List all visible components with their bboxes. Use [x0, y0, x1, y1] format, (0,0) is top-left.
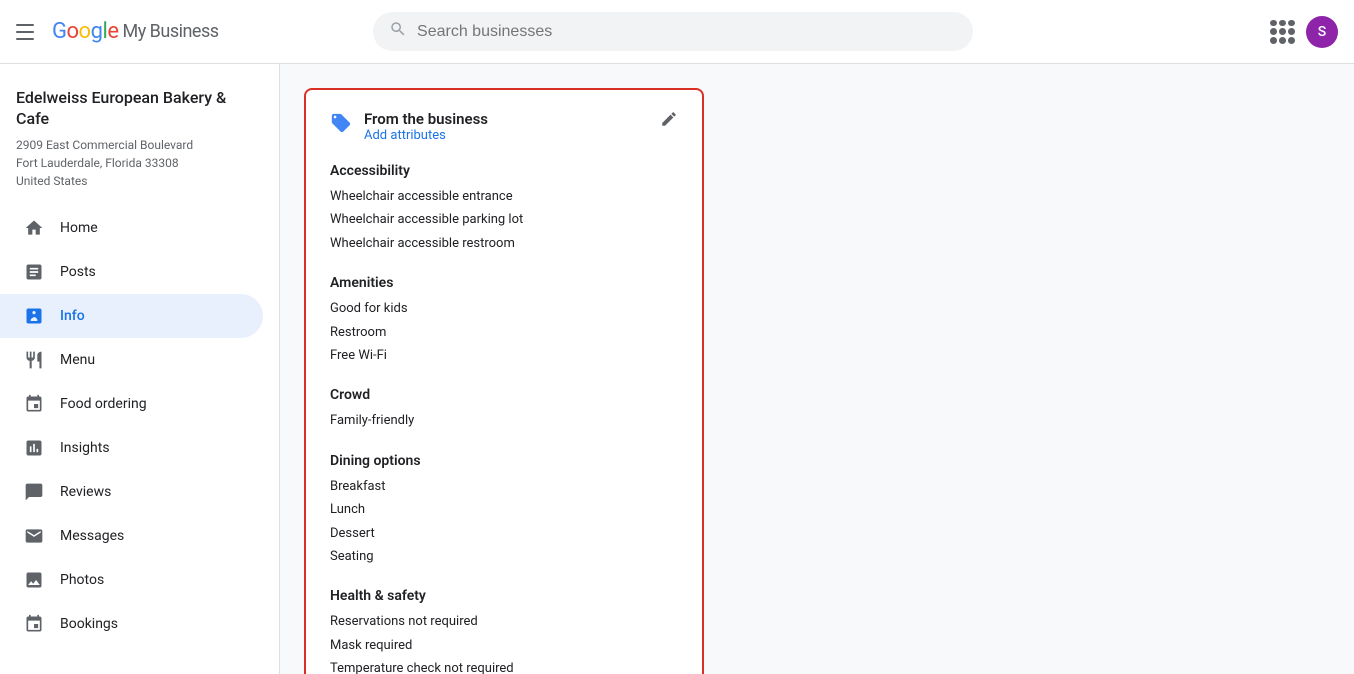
- app-header: Google My Business S: [0, 0, 1354, 64]
- section-title: Dining options: [330, 453, 678, 469]
- sidebar-item-reviews[interactable]: Reviews: [0, 470, 263, 514]
- sidebar-item-menu[interactable]: Menu: [0, 338, 263, 382]
- sidebar-item-posts[interactable]: Posts: [0, 250, 263, 294]
- attributes-card: From the business Add attributes Accessi…: [304, 88, 704, 674]
- sidebar-item-messages[interactable]: Messages: [0, 514, 263, 558]
- section-item: Mask required: [330, 634, 678, 657]
- business-address: 2909 East Commercial Boulevard Fort Laud…: [16, 136, 263, 190]
- section-item: Restroom: [330, 321, 678, 344]
- reviews-icon: [24, 482, 44, 502]
- app-title: My Business: [122, 21, 218, 42]
- section-item: Reservations not required: [330, 610, 678, 633]
- posts-icon: [24, 262, 44, 282]
- sidebar-label-food-ordering: Food ordering: [60, 396, 147, 412]
- business-info: Edelweiss European Bakery & Cafe 2909 Ea…: [0, 80, 279, 206]
- search-icon: [389, 20, 407, 43]
- google-logo: Google My Business: [52, 19, 219, 44]
- bookings-icon: [24, 614, 44, 634]
- card-section: Dining options BreakfastLunchDessertSeati…: [330, 453, 678, 569]
- sidebar-label-messages: Messages: [60, 528, 124, 544]
- edit-icon[interactable]: [660, 110, 678, 133]
- apps-icon[interactable]: [1270, 20, 1294, 44]
- sidebar-item-bookings[interactable]: Bookings: [0, 602, 263, 646]
- sidebar-label-posts: Posts: [60, 264, 96, 280]
- card-sections: Accessibility Wheelchair accessible entra…: [330, 163, 678, 674]
- section-title: Amenities: [330, 275, 678, 291]
- section-item: Temperature check not required: [330, 657, 678, 674]
- section-item: Good for kids: [330, 297, 678, 320]
- card-title-block: From the business Add attributes: [364, 110, 488, 143]
- sidebar-item-insights[interactable]: Insights: [0, 426, 263, 470]
- sidebar-item-home[interactable]: Home: [0, 206, 263, 250]
- card-title: From the business: [364, 110, 488, 128]
- card-section: Health & safety Reservations not required…: [330, 588, 678, 674]
- business-name: Edelweiss European Bakery & Cafe: [16, 88, 263, 130]
- section-item: Wheelchair accessible restroom: [330, 232, 678, 255]
- section-item: Free Wi-Fi: [330, 344, 678, 367]
- tag-icon: [330, 112, 352, 139]
- section-title: Health & safety: [330, 588, 678, 604]
- sidebar-item-info[interactable]: Info: [0, 294, 263, 338]
- sidebar-label-reviews: Reviews: [60, 484, 111, 500]
- section-item: Family-friendly: [330, 409, 678, 432]
- section-item: Wheelchair accessible entrance: [330, 185, 678, 208]
- search-bar: [373, 12, 973, 51]
- section-item: Lunch: [330, 498, 678, 521]
- food-ordering-icon: [24, 394, 44, 414]
- card-header-left: From the business Add attributes: [330, 110, 488, 143]
- menu-icon[interactable]: [16, 20, 40, 44]
- avatar[interactable]: S: [1306, 16, 1338, 48]
- section-title: Crowd: [330, 387, 678, 403]
- sidebar-label-menu: Menu: [60, 352, 95, 368]
- info-icon: [24, 306, 44, 326]
- section-item: Breakfast: [330, 475, 678, 498]
- card-header: From the business Add attributes: [330, 110, 678, 143]
- section-item: Seating: [330, 545, 678, 568]
- menu-nav-icon: [24, 350, 44, 370]
- sidebar-item-photos[interactable]: Photos: [0, 558, 263, 602]
- home-icon: [24, 218, 44, 238]
- messages-icon: [24, 526, 44, 546]
- header-right: S: [1270, 16, 1338, 48]
- section-item: Wheelchair accessible parking lot: [330, 208, 678, 231]
- content-area: From the business Add attributes Accessi…: [280, 64, 1354, 674]
- insights-icon: [24, 438, 44, 458]
- search-input[interactable]: [417, 23, 957, 41]
- section-title: Accessibility: [330, 163, 678, 179]
- photos-icon: [24, 570, 44, 590]
- card-section: Crowd Family-friendly: [330, 387, 678, 432]
- add-attributes-link[interactable]: Add attributes: [364, 128, 488, 143]
- main-layout: Edelweiss European Bakery & Cafe 2909 Ea…: [0, 64, 1354, 674]
- sidebar-label-insights: Insights: [60, 440, 110, 456]
- card-section: Accessibility Wheelchair accessible entra…: [330, 163, 678, 255]
- sidebar: Edelweiss European Bakery & Cafe 2909 Ea…: [0, 64, 280, 674]
- sidebar-label-bookings: Bookings: [60, 616, 118, 632]
- sidebar-item-food-ordering[interactable]: Food ordering: [0, 382, 263, 426]
- section-item: Dessert: [330, 522, 678, 545]
- sidebar-label-info: Info: [60, 308, 85, 324]
- sidebar-label-photos: Photos: [60, 572, 104, 588]
- sidebar-label-home: Home: [60, 220, 98, 236]
- card-section: Amenities Good for kidsRestroomFree Wi-Fi: [330, 275, 678, 367]
